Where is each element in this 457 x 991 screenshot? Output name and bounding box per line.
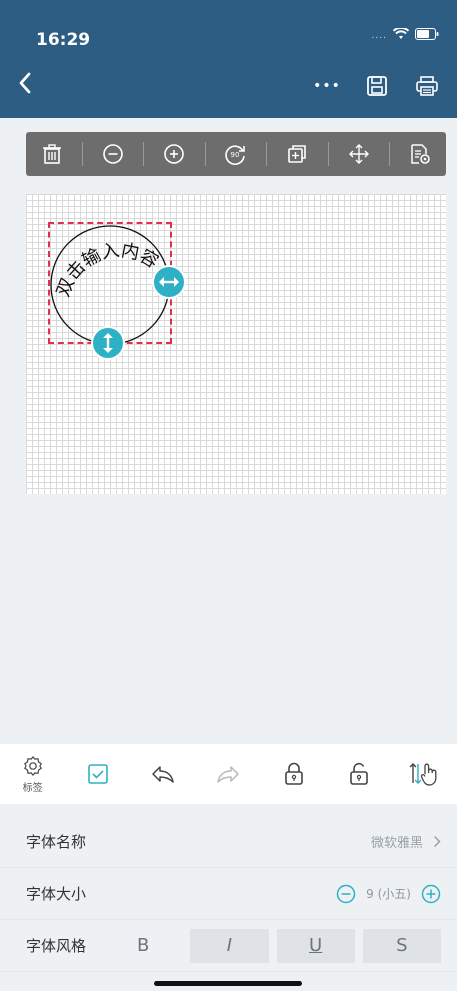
lock-icon [284, 762, 303, 785]
font-style-label: 字体风格 [26, 937, 87, 955]
touch-sort-icon [409, 763, 437, 786]
back-button[interactable] [18, 72, 32, 99]
save-button[interactable] [363, 72, 391, 100]
wifi-icon [392, 26, 410, 44]
chevron-right-icon [433, 835, 441, 848]
more-button[interactable]: ••• [313, 72, 341, 100]
status-icons: .... [371, 26, 439, 44]
sort-touch-button[interactable] [392, 744, 457, 804]
home-indicator [154, 981, 302, 986]
zoom-in-button[interactable] [153, 136, 195, 172]
duplicate-icon [288, 145, 307, 163]
edit-toolbar: 90 [26, 132, 446, 176]
resize-horizontal-handle[interactable] [152, 265, 186, 299]
signal-icon: .... [371, 31, 387, 41]
font-name-label: 字体名称 [26, 833, 87, 851]
print-button[interactable] [413, 72, 441, 100]
rotate-badge: 90 [230, 151, 239, 159]
status-time: 16:29 [36, 30, 91, 50]
font-settings-panel: 字体名称 微软雅黑 字体大小 9 (小五) 字体风格 B I U S [0, 816, 457, 972]
redo-button[interactable] [196, 744, 261, 804]
bold-toggle[interactable]: B [104, 928, 183, 963]
checkbox-icon [88, 764, 108, 784]
unlock-icon [350, 762, 368, 785]
decrease-size-button[interactable] [336, 884, 356, 904]
rotate-button[interactable]: 90 [215, 136, 257, 172]
toolbar-divider [81, 142, 83, 166]
printer-icon [416, 76, 438, 96]
italic-toggle[interactable]: I [190, 928, 269, 963]
unlock-button[interactable] [326, 744, 391, 804]
battery-icon [415, 28, 439, 44]
zoom-out-icon [103, 144, 123, 164]
font-name-row[interactable]: 字体名称 微软雅黑 [0, 816, 457, 868]
resize-vertical-handle[interactable] [91, 326, 125, 360]
strikethrough-toggle[interactable]: S [362, 928, 442, 963]
properties-button[interactable] [399, 136, 441, 172]
trash-icon [42, 144, 61, 164]
toolbar-divider [266, 142, 268, 166]
vertical-arrows-icon [103, 333, 113, 353]
move-icon [348, 144, 369, 164]
save-icon [367, 76, 387, 96]
toolbar-divider [327, 142, 329, 166]
undo-icon [152, 766, 174, 783]
underline-toggle[interactable]: U [276, 928, 355, 963]
redo-icon [217, 766, 240, 783]
toolbar-divider [143, 142, 145, 166]
label-settings-tab[interactable]: 标签 [0, 744, 65, 804]
increase-size-button[interactable] [421, 884, 441, 904]
delete-button[interactable] [31, 136, 73, 172]
bottom-toolbar: 标签 [0, 744, 457, 804]
checkbox-button[interactable] [65, 744, 130, 804]
font-name-value: 微软雅黑 [370, 836, 423, 851]
move-button[interactable] [338, 136, 380, 172]
properties-icon [411, 144, 431, 164]
toolbar-divider [204, 142, 206, 166]
undo-button[interactable] [131, 744, 196, 804]
gear-icon [23, 755, 42, 776]
zoom-in-icon [164, 144, 185, 164]
duplicate-button[interactable] [276, 136, 318, 172]
zoom-out-button[interactable] [92, 136, 134, 172]
font-size-label: 字体大小 [26, 885, 87, 903]
horizontal-arrows-icon [159, 277, 179, 287]
toolbar-divider [389, 142, 391, 166]
lock-button[interactable] [261, 744, 326, 804]
font-size-row: 字体大小 9 (小五) [0, 868, 457, 920]
font-size-value: 9 (小五) [366, 887, 411, 901]
rotate-90-icon: 90 [225, 145, 245, 165]
app-header: 16:29 .... ••• [0, 0, 457, 118]
font-style-row: 字体风格 B I U S [0, 920, 457, 972]
label-tab-text: 标签 [22, 782, 43, 794]
